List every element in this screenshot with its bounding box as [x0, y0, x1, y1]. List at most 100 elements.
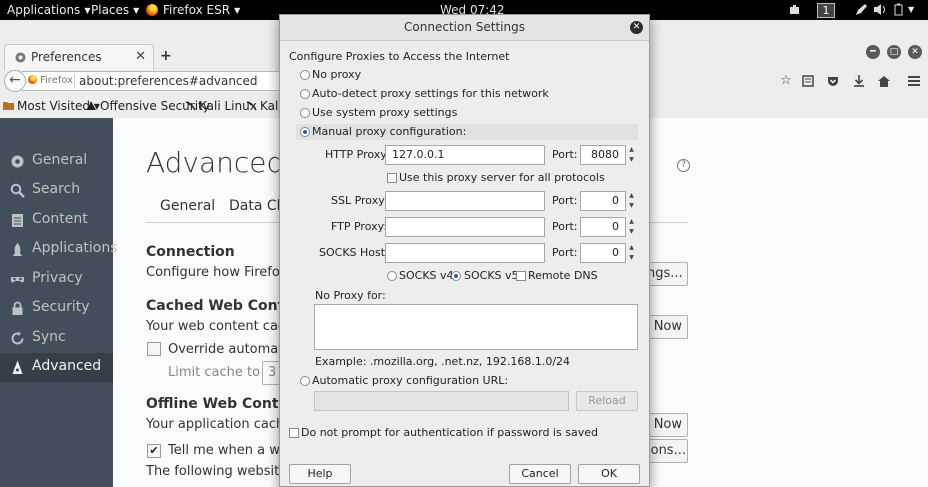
back-button[interactable]: ← — [4, 70, 26, 92]
ssl-proxy-label: SSL Proxy: — [331, 194, 388, 207]
socks-port-label: Port: — [552, 246, 578, 259]
ok-button[interactable]: OK — [578, 464, 640, 484]
ssl-proxy-input[interactable] — [385, 191, 545, 211]
ssl-port-input[interactable]: 0 — [580, 191, 626, 211]
limit-cache-label: Limit cache to — [168, 365, 261, 380]
ftp-port-input[interactable]: 0 — [580, 217, 626, 237]
sidebar-item-general[interactable]: General — [0, 147, 113, 176]
socks-port-input[interactable]: 0 — [580, 243, 626, 263]
auto-config-url-input[interactable] — [314, 391, 569, 411]
puzzle-icon[interactable] — [788, 3, 801, 16]
hamburger-menu-icon[interactable] — [907, 74, 921, 88]
pocket-icon[interactable] — [826, 74, 840, 88]
bookmark-kali[interactable]: Kali — [246, 99, 282, 113]
url-text[interactable]: about:preferences#advanced — [74, 74, 258, 88]
reload-button[interactable]: Reload — [576, 391, 638, 411]
manual-proxy-radio[interactable] — [300, 127, 310, 137]
cancel-button[interactable]: Cancel — [509, 464, 571, 484]
applications-menu-label: Applications — [7, 3, 81, 17]
socks-host-input[interactable] — [385, 243, 545, 263]
ftp-proxy-label: FTP Proxy: — [331, 220, 388, 233]
places-menu-label: Places — [91, 3, 130, 17]
socks-port-stepper[interactable]: ▲ ▼ — [627, 243, 636, 263]
mask-icon — [11, 277, 24, 283]
sidebar-item-advanced[interactable]: Advanced — [0, 353, 113, 382]
dialog-body: Configure Proxies to Access the Internet… — [280, 42, 649, 486]
share-proxy-label[interactable]: Use this proxy server for all protocols — [399, 171, 605, 184]
chevron-down-icon[interactable]: ▼ — [908, 0, 914, 20]
http-port-stepper[interactable]: ▲ ▼ — [627, 145, 636, 165]
identity-box[interactable]: Firefox — [28, 75, 73, 86]
sidebar-item-privacy[interactable]: Privacy — [0, 265, 113, 294]
ftp-port-stepper[interactable]: ▲ ▼ — [627, 217, 636, 237]
sidebar-item-search[interactable]: Search — [0, 176, 113, 205]
gear-icon — [11, 155, 24, 168]
remote-dns-checkbox[interactable] — [516, 271, 526, 281]
window-close-button[interactable]: ✕ — [908, 45, 922, 59]
auto-config-radio[interactable] — [300, 376, 310, 386]
http-proxy-input[interactable]: 127.0.0.1 — [385, 145, 545, 165]
applications-menu[interactable]: Applications ▼ — [7, 0, 90, 20]
places-menu[interactable]: Places ▼ — [91, 0, 139, 20]
workspace-indicator[interactable]: 1 — [817, 0, 835, 20]
no-proxy-label[interactable]: No proxy — [312, 68, 361, 81]
sidebar-item-label: Content — [32, 211, 88, 227]
system-proxy-radio[interactable] — [300, 108, 310, 118]
minimize-button[interactable]: ━ — [866, 45, 880, 59]
app-menu[interactable]: Firefox ESR ▼ — [146, 0, 240, 20]
share-proxy-checkbox[interactable] — [387, 173, 397, 183]
firefox-icon — [28, 75, 37, 84]
no-auth-prompt-checkbox[interactable] — [289, 428, 299, 438]
override-cache-checkbox[interactable] — [147, 342, 161, 356]
socks-v5-radio[interactable] — [451, 271, 461, 281]
remote-dns-label[interactable]: Remote DNS — [528, 269, 598, 282]
dialog-titlebar[interactable]: Connection Settings ✕ — [280, 15, 649, 41]
app-menu-label: Firefox ESR — [163, 3, 231, 17]
close-icon[interactable]: ✕ — [135, 49, 146, 64]
volume-icon[interactable] — [873, 3, 886, 16]
folder-icon — [3, 102, 14, 110]
workspace-number: 1 — [817, 3, 835, 18]
maximize-button[interactable]: □ — [887, 45, 901, 59]
ftp-proxy-input[interactable] — [385, 217, 545, 237]
no-auth-prompt-label[interactable]: Do not prompt for authentication if pass… — [301, 426, 598, 439]
preferences-sidebar: General Search Content Applications Priv… — [0, 118, 118, 487]
star-icon[interactable]: ☆ — [779, 74, 793, 88]
connection-settings-dialog: Connection Settings ✕ Configure Proxies … — [279, 14, 650, 487]
no-proxy-radio[interactable] — [300, 70, 310, 80]
auto-config-label[interactable]: Automatic proxy configuration URL: — [312, 374, 508, 387]
rocket-icon — [13, 243, 22, 256]
sidebar-item-content[interactable]: Content — [0, 206, 113, 235]
ssl-port-stepper[interactable]: ▲ ▼ — [627, 191, 636, 211]
socks-v4-radio[interactable] — [387, 271, 397, 281]
sidebar-item-applications[interactable]: Applications — [0, 235, 118, 264]
sidebar-item-security[interactable]: Security — [0, 294, 113, 323]
pen-icon[interactable] — [855, 3, 868, 16]
auto-detect-label[interactable]: Auto-detect proxy settings for this netw… — [312, 87, 549, 100]
ssl-port-label: Port: — [552, 194, 578, 207]
help-button[interactable]: Help — [289, 464, 351, 484]
auto-detect-radio[interactable] — [300, 89, 310, 99]
socks-v4-label[interactable]: SOCKS v4 — [399, 269, 454, 282]
lock-icon — [12, 301, 23, 315]
manual-proxy-label[interactable]: Manual proxy configuration: — [312, 125, 466, 138]
connection-heading: Connection — [146, 244, 235, 260]
tell-me-checkbox[interactable]: ✔ — [147, 444, 161, 458]
http-proxy-label: HTTP Proxy: — [325, 148, 390, 161]
help-icon[interactable]: ? — [677, 159, 690, 172]
tab-preferences[interactable]: Preferences ✕ — [4, 44, 154, 70]
system-proxy-label[interactable]: Use system proxy settings — [312, 106, 457, 119]
sidebar-item-sync[interactable]: Sync — [0, 324, 113, 353]
http-port-input[interactable]: 8080 — [580, 145, 626, 165]
close-icon[interactable]: ✕ — [630, 21, 643, 34]
download-icon[interactable] — [852, 74, 866, 88]
no-proxy-example: Example: .mozilla.org, .net.nz, 192.168.… — [315, 355, 571, 368]
new-tab-button[interactable]: + — [160, 48, 172, 64]
home-icon[interactable] — [877, 74, 891, 88]
http-port-label: Port: — [552, 148, 578, 161]
reading-list-icon[interactable] — [801, 74, 815, 88]
no-proxy-for-textarea[interactable] — [314, 304, 638, 350]
battery-icon[interactable] — [892, 3, 905, 16]
socks-v5-label[interactable]: SOCKS v5 — [464, 269, 519, 282]
tab-advanced-general[interactable]: General — [160, 198, 215, 214]
